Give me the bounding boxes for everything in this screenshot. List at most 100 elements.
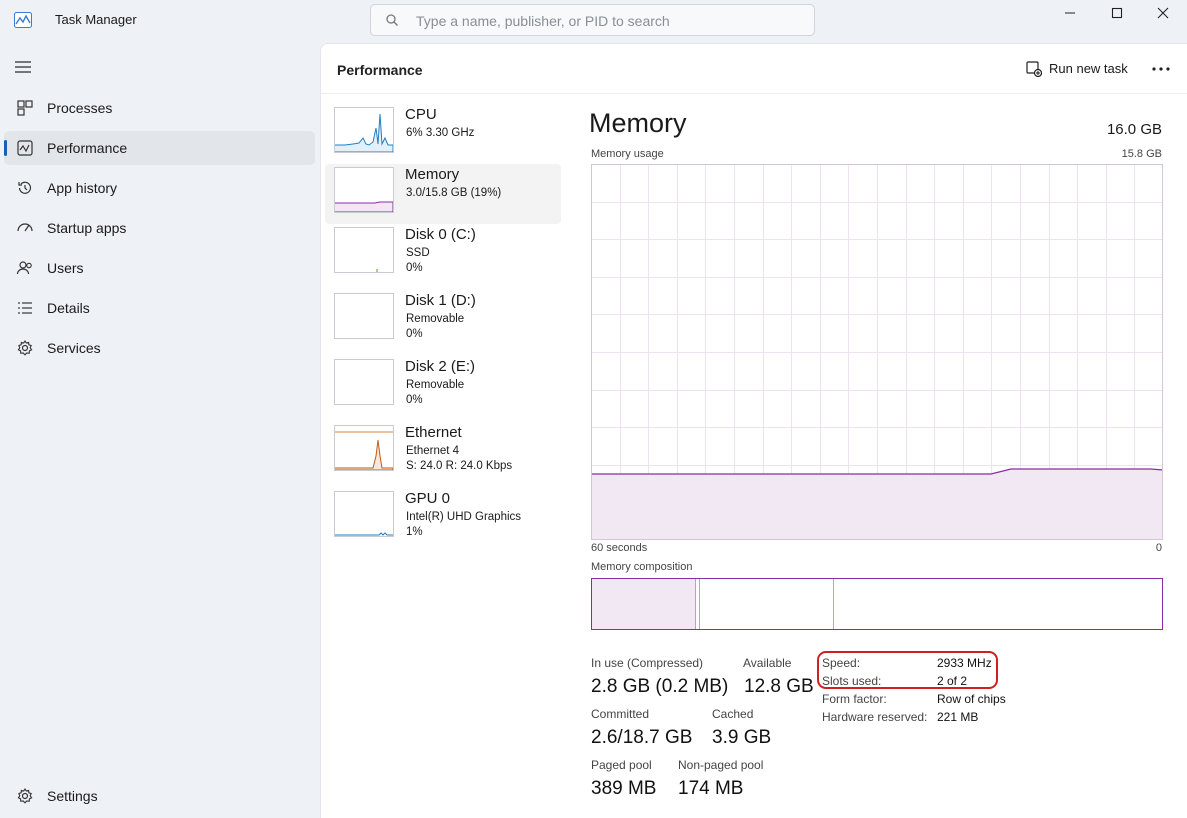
device-usage: 1%: [406, 526, 423, 538]
memory-total: 16.0 GB: [1106, 121, 1162, 138]
disk-1-thumbnail-graph: [334, 293, 394, 339]
startup-speedometer-icon: [16, 219, 34, 237]
sidebar-item-processes[interactable]: Processes: [4, 91, 315, 125]
sidebar-item-performance[interactable]: Performance: [4, 131, 315, 165]
main-header: Performance Run new task: [321, 44, 1187, 94]
device-detail: Removable: [406, 379, 465, 391]
composition-standby: [833, 579, 834, 629]
device-item-disk-1[interactable]: Disk 1 (D:) Removable 0%: [325, 290, 561, 350]
device-name: Memory: [405, 166, 460, 183]
more-options-button[interactable]: [1149, 56, 1173, 80]
device-detail: SSD: [406, 247, 430, 259]
minimize-icon: [1065, 12, 1075, 14]
run-task-icon: [1026, 61, 1042, 77]
hardware-reserved-label: Hardware reserved:: [822, 710, 928, 724]
device-detail: Removable: [406, 313, 465, 325]
in-use-value: 2.8 GB (0.2 MB): [591, 676, 729, 697]
search-icon: [385, 13, 399, 27]
device-detail: 3.0/15.8 GB (19%): [406, 187, 502, 199]
device-name: Disk 2 (E:): [405, 358, 476, 375]
device-usage: 0%: [406, 394, 423, 406]
sidebar-item-label: Users: [47, 260, 84, 276]
hamburger-menu-icon[interactable]: [14, 60, 32, 74]
memory-usage-max: 15.8 GB: [1121, 148, 1162, 160]
memory-composition-bar: [591, 578, 1163, 630]
device-usage: 0%: [406, 262, 423, 274]
close-button[interactable]: [1140, 0, 1186, 30]
device-detail: Ethernet 4: [406, 445, 460, 457]
device-name: Disk 0 (C:): [405, 226, 476, 243]
graph-axis-start: 60 seconds: [591, 542, 648, 554]
device-detail: Intel(R) UHD Graphics: [406, 511, 522, 523]
paged-pool-value: 389 MB: [591, 778, 657, 799]
cached-value: 3.9 GB: [712, 727, 772, 748]
processes-grid-icon: [16, 99, 34, 117]
device-item-disk-2[interactable]: Disk 2 (E:) Removable 0%: [325, 356, 561, 416]
disk-2-thumbnail-graph: [334, 359, 394, 405]
settings-gear-icon: [16, 787, 34, 805]
disk-0-thumbnail-graph: [334, 227, 394, 273]
sidebar-item-app-history[interactable]: App history: [4, 171, 315, 205]
more-horizontal-icon: [1152, 67, 1170, 71]
main-panel: Performance Run new task CPU 6% 3.30 GHz…: [320, 43, 1187, 818]
sidebar-item-label: Details: [47, 300, 90, 316]
gpu-thumbnail-graph: [334, 491, 394, 537]
committed-value: 2.6/18.7 GB: [591, 727, 693, 748]
memory-usage-graph: [591, 164, 1163, 540]
search-box[interactable]: [370, 4, 815, 36]
sidebar-item-label: Performance: [47, 140, 128, 156]
paged-pool-label: Paged pool: [591, 758, 652, 772]
form-factor-value: Row of chips: [937, 692, 1006, 706]
maximize-button[interactable]: [1094, 0, 1140, 30]
run-new-task-button[interactable]: Run new task: [1021, 56, 1128, 82]
details-list-icon: [16, 299, 34, 317]
performance-chart-icon: [16, 139, 34, 157]
non-paged-pool-label: Non-paged pool: [678, 758, 764, 772]
memory-usage-label: Memory usage: [591, 148, 664, 160]
hardware-reserved-value: 221 MB: [937, 710, 979, 724]
device-item-cpu[interactable]: CPU 6% 3.30 GHz: [325, 104, 561, 164]
memory-usage-area: [591, 469, 1163, 540]
graph-axis-end: 0: [1155, 542, 1162, 554]
memory-title: Memory: [589, 108, 687, 138]
users-icon: [16, 259, 34, 277]
sidebar-item-settings[interactable]: Settings: [4, 779, 315, 813]
sidebar-item-label: Services: [47, 340, 101, 356]
run-new-task-label: Run new task: [1049, 61, 1128, 76]
memory-composition-label: Memory composition: [591, 561, 693, 573]
sidebar-item-services[interactable]: Services: [4, 331, 315, 365]
available-value: 12.8 GB: [744, 676, 814, 697]
device-name: CPU: [405, 106, 437, 123]
search-input[interactable]: [416, 11, 806, 31]
form-factor-label: Form factor:: [822, 692, 887, 706]
device-item-ethernet[interactable]: Ethernet Ethernet 4 S: 24.0 R: 24.0 Kbps: [325, 422, 561, 482]
composition-in-use: [592, 579, 696, 629]
minimize-button[interactable]: [1047, 0, 1093, 30]
cached-label: Cached: [712, 707, 754, 721]
sidebar-item-startup-apps[interactable]: Startup apps: [4, 211, 315, 245]
sidebar-item-details[interactable]: Details: [4, 291, 315, 325]
device-usage: S: 24.0 R: 24.0 Kbps: [406, 460, 513, 472]
history-clock-icon: [16, 179, 34, 197]
services-gear-icon: [16, 339, 34, 357]
sidebar-item-label: Processes: [47, 100, 113, 116]
device-usage: 0%: [406, 328, 423, 340]
device-item-memory[interactable]: Memory 3.0/15.8 GB (19%): [325, 164, 561, 224]
memory-thumbnail-graph: [334, 167, 394, 213]
title-bar: Task Manager: [0, 0, 1187, 42]
composition-modified: [699, 579, 700, 629]
available-label: Available: [743, 656, 792, 670]
device-item-disk-0[interactable]: Disk 0 (C:) SSD 0%: [325, 224, 561, 284]
device-name: Ethernet: [405, 424, 462, 441]
page-title: Performance: [337, 62, 423, 78]
device-item-gpu-0[interactable]: GPU 0 Intel(R) UHD Graphics 1%: [325, 488, 561, 548]
sidebar-item-users[interactable]: Users: [4, 251, 315, 285]
committed-label: Committed: [591, 707, 650, 721]
sidebar-item-label: App history: [47, 180, 118, 196]
maximize-icon: [1111, 7, 1123, 19]
active-indicator: [4, 140, 7, 156]
sidebar: Processes Performance App history Startu…: [0, 42, 320, 818]
window-title: Task Manager: [55, 12, 137, 27]
ethernet-thumbnail-graph: [334, 425, 394, 471]
red-highlight-annotation: [817, 651, 998, 689]
